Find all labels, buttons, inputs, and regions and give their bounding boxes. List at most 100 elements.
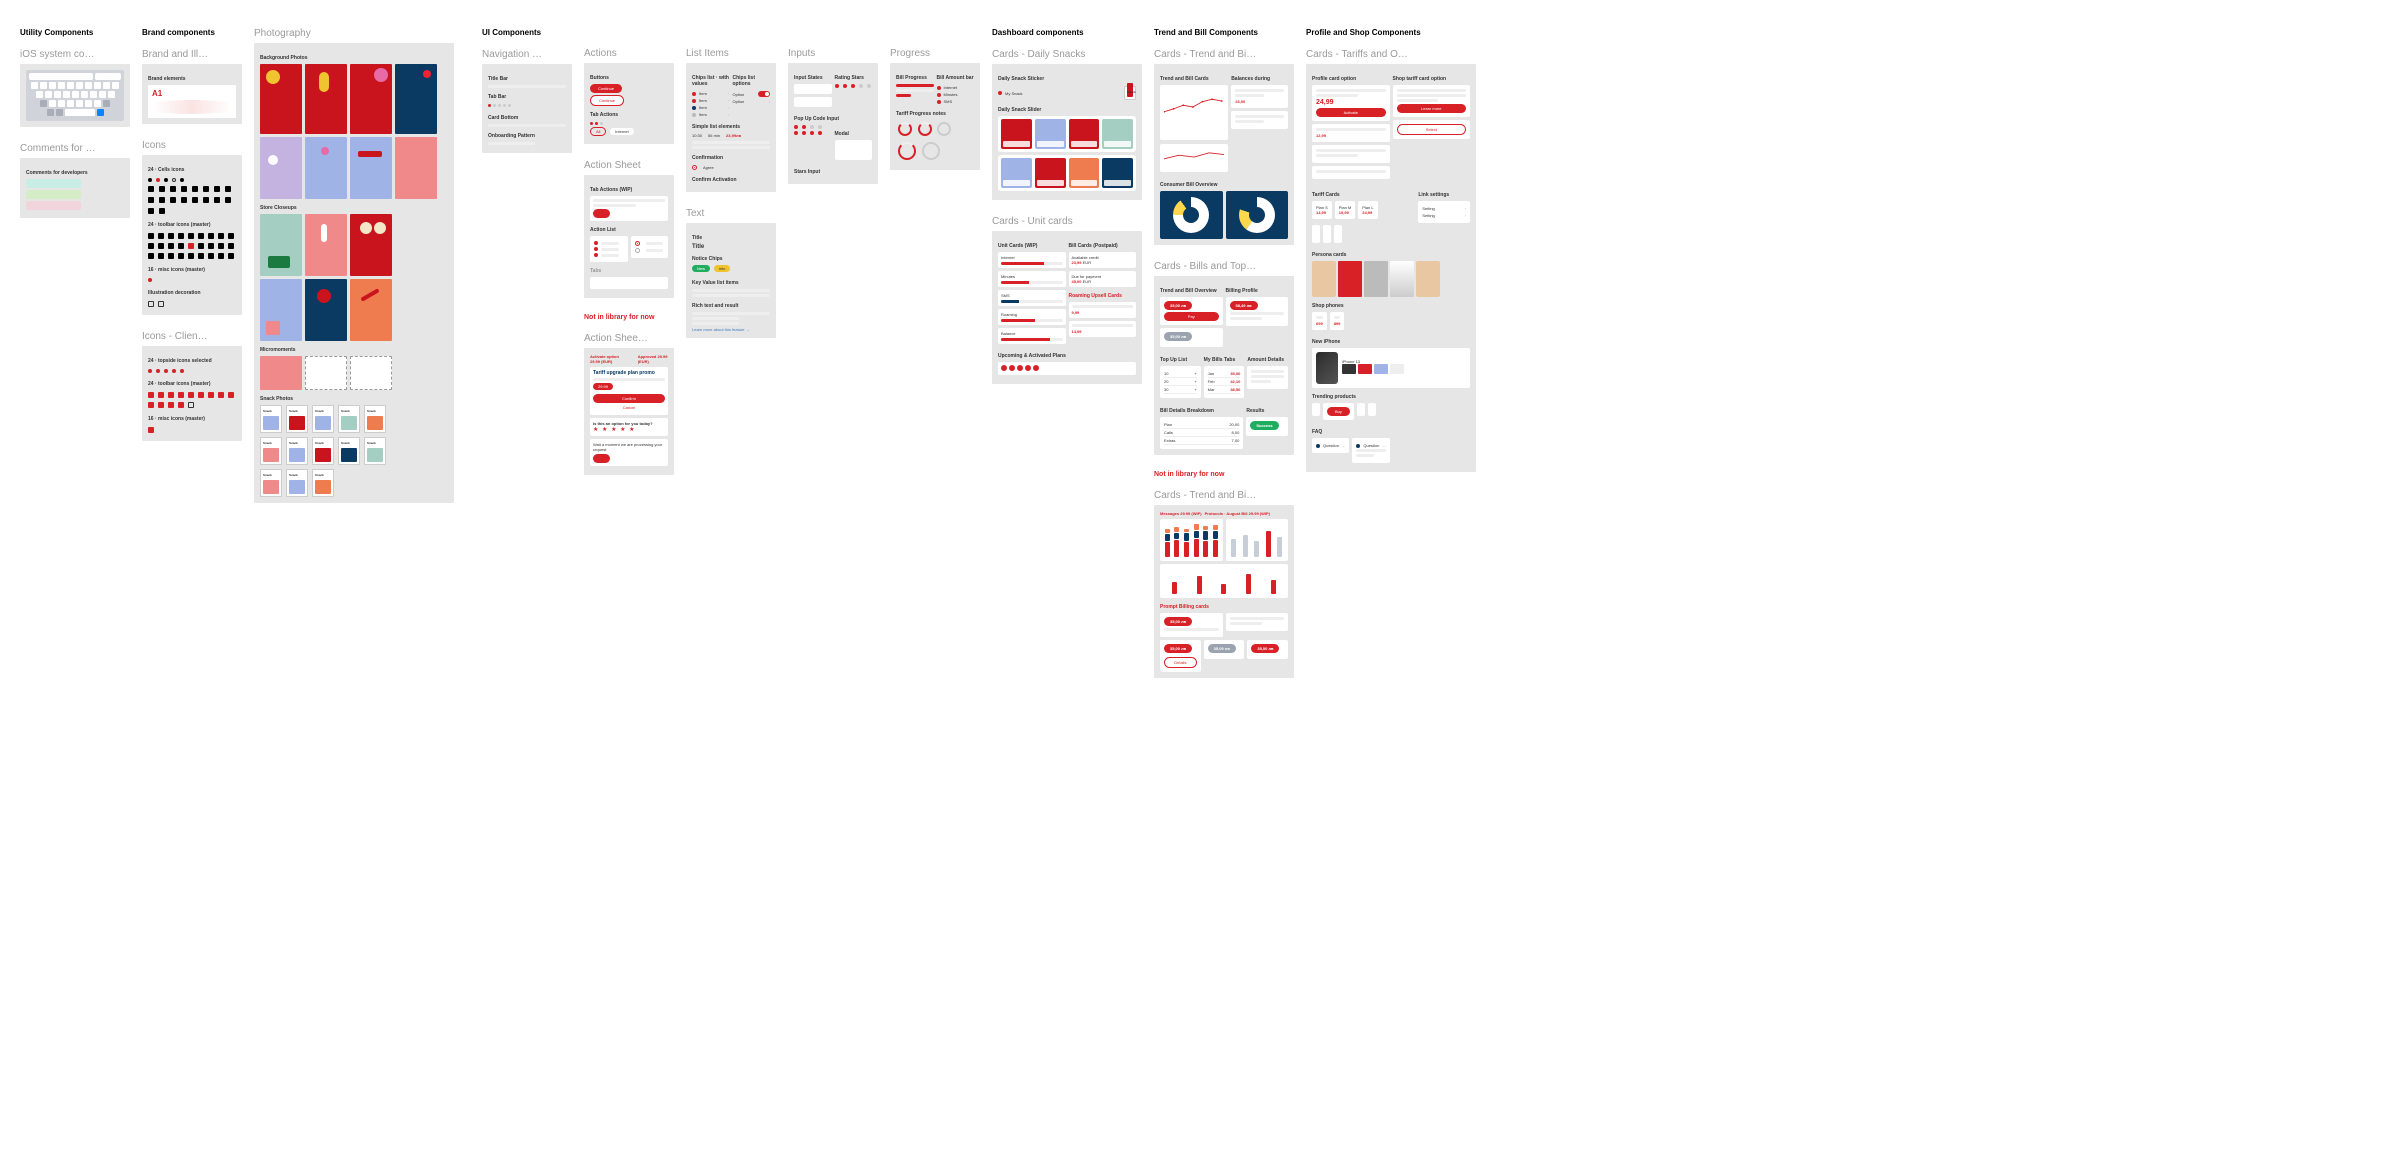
confirm-row[interactable]: Agree — [692, 164, 770, 171]
frame-text[interactable]: Text Title Title Notice Chips New Info K… — [686, 208, 776, 338]
action-list-2[interactable] — [631, 236, 669, 258]
store-photo-1[interactable] — [260, 214, 302, 276]
profile-option-card[interactable]: 24,99 Activate — [1312, 85, 1390, 121]
new-iphone-card[interactable]: iPhone 13 — [1312, 348, 1470, 388]
snack-card[interactable] — [312, 469, 334, 497]
sheet-confirm-button[interactable] — [593, 209, 610, 218]
billing-prompt[interactable]: 35,00 лв — [1247, 640, 1288, 659]
toggle-icon[interactable] — [758, 91, 770, 97]
frame-bills[interactable]: Cards - Bills and Top… Trend and Bill Ov… — [1154, 261, 1294, 455]
photo-darkblue-1[interactable] — [395, 64, 437, 134]
text-input[interactable] — [794, 84, 832, 94]
frame-unit-cards[interactable]: Cards - Unit cards Unit Cards (WIP) Inte… — [992, 216, 1142, 384]
persona-avatar[interactable] — [1416, 261, 1440, 297]
frame-tariffs[interactable]: Cards - Tariffs and O… Profile card opti… — [1306, 49, 1476, 472]
tariff-card[interactable] — [1323, 225, 1331, 243]
snack-card[interactable] — [312, 437, 334, 465]
frame-ios[interactable]: iOS system co… — [20, 49, 130, 127]
list-row[interactable]: Option — [733, 90, 771, 98]
trending-card[interactable] — [1368, 403, 1376, 416]
star-rating-icon[interactable]: ★ ★ ★ ★ ★ — [593, 426, 665, 433]
chip-internet[interactable]: Internet — [610, 128, 634, 135]
trend-line-chart[interactable] — [1160, 85, 1228, 140]
roam-card[interactable]: 9,99 — [1069, 302, 1137, 318]
billing-profile[interactable]: 58,49 лв — [1226, 297, 1289, 326]
swatch-grey[interactable] — [1364, 261, 1388, 297]
trending-card[interactable] — [1312, 403, 1320, 416]
billing-prompt[interactable]: 35,00 лв — [1160, 613, 1223, 637]
frame-navigation[interactable]: Navigation … Title Bar Tab Bar Card Bott… — [482, 49, 572, 153]
snack-card[interactable] — [364, 405, 386, 433]
tariff-card[interactable]: Plan L24,99 — [1358, 201, 1377, 219]
store-photo-3[interactable] — [350, 214, 392, 276]
bar-chart-3[interactable] — [1160, 564, 1288, 598]
snack-card[interactable] — [260, 405, 282, 433]
faq-card[interactable]: Question⌄ — [1312, 438, 1349, 453]
store-photo-2[interactable] — [305, 214, 347, 276]
store-photo-5[interactable] — [305, 279, 347, 341]
text-input[interactable] — [794, 97, 832, 107]
frame-actions[interactable]: Actions Buttons Continue Continue Tab Ac… — [584, 48, 674, 144]
swatch-red[interactable] — [1338, 261, 1362, 297]
profile-option-card[interactable] — [1312, 166, 1390, 179]
bar-chart-2[interactable] — [1226, 519, 1289, 561]
tariff-card[interactable]: Plan S14,99 — [1312, 201, 1332, 219]
link-settings[interactable]: Setting›Setting› — [1418, 201, 1470, 223]
tariff-card[interactable] — [1312, 225, 1320, 243]
micro-2[interactable] — [305, 356, 347, 390]
list-row[interactable]: Option› — [733, 98, 771, 105]
snack-card[interactable] — [260, 469, 282, 497]
snack-card[interactable] — [338, 405, 360, 433]
frame-icons-client[interactable]: Icons - Clien… 24 · topside icons select… — [142, 331, 242, 441]
frame-progress[interactable]: Progress Bill Progress Bill Amount bar I… — [890, 48, 980, 170]
photo-red-3[interactable] — [350, 64, 392, 134]
snack-card[interactable] — [338, 437, 360, 465]
bill-card[interactable]: Available credit23,99 EUR — [1069, 252, 1137, 268]
frame-trend-wip[interactable]: Cards - Trend and Bi… Messages 29.99 (WI… — [1154, 490, 1294, 678]
donut-chart-2[interactable] — [1226, 191, 1289, 239]
breakdown[interactable]: Plan20,00 Calls8,00 Extras7,00 — [1160, 417, 1243, 449]
frame-daily-snacks[interactable]: Cards - Daily Snacks Daily Snack Sticker… — [992, 49, 1142, 200]
snack-sticker[interactable]: My Snack — [998, 85, 1136, 101]
snack-card[interactable] — [364, 437, 386, 465]
shop-tariff-card[interactable]: Learn more — [1393, 85, 1471, 117]
trending-card[interactable] — [1357, 403, 1365, 416]
photo-red-1[interactable] — [260, 64, 302, 134]
star-rating-dots[interactable] — [835, 84, 873, 88]
photo-lilac[interactable] — [260, 137, 302, 199]
learn-more-button[interactable]: Learn more — [1397, 104, 1467, 113]
action-list-1[interactable] — [590, 236, 628, 262]
topup-list[interactable]: 10+ 20+ 30+ — [1160, 366, 1201, 398]
persona-avatar[interactable] — [1312, 261, 1336, 297]
frame-inputs[interactable]: Inputs Input States Rating Stars Pop Up … — [788, 48, 878, 184]
list-row[interactable]: Item› — [692, 90, 730, 97]
faq-card[interactable]: Question⌄ — [1352, 438, 1389, 463]
snack-card[interactable] — [286, 469, 308, 497]
radio-checked-icon[interactable] — [692, 165, 697, 170]
billing-prompt[interactable]: 35,00 лвDetails — [1160, 640, 1201, 672]
cancel-button[interactable]: Cancel — [593, 403, 665, 412]
snack-slider-2[interactable] — [998, 155, 1136, 191]
activate-button[interactable]: Activate — [1316, 108, 1386, 117]
frame-trend-cards[interactable]: Cards - Trend and Bi… Trend and Bill Car… — [1154, 49, 1294, 245]
frame-brand[interactable]: Brand and Ill… Brand elements A1 — [142, 49, 242, 124]
balance-card[interactable]: 23,00 — [1231, 85, 1288, 108]
store-photo-4[interactable] — [260, 279, 302, 341]
snack-card[interactable] — [312, 405, 334, 433]
trend-mini[interactable] — [1160, 144, 1228, 172]
roam-card[interactable]: 14,99 — [1069, 321, 1137, 337]
keyboard-return-key[interactable] — [97, 109, 104, 116]
snack-card[interactable] — [260, 437, 282, 465]
tariff-card[interactable]: Plan M19,99 — [1335, 201, 1355, 219]
photo-pink[interactable] — [395, 137, 437, 199]
swatch-gradient[interactable] — [1390, 261, 1414, 297]
micro-3[interactable] — [350, 356, 392, 390]
bill-card[interactable]: Due for payment45,00 EUR — [1069, 271, 1137, 287]
unit-card[interactable]: Roaming — [998, 309, 1066, 325]
chip-all[interactable]: All — [590, 127, 606, 136]
unit-card[interactable]: SMS — [998, 290, 1066, 306]
frame-comments[interactable]: Comments for … Comments for developers — [20, 143, 130, 218]
profile-option-card[interactable] — [1312, 145, 1390, 163]
bills-tabs[interactable]: Jan35,00 Feb42,10 Mar38,50 — [1204, 366, 1245, 398]
primary-button[interactable]: Continue — [590, 84, 622, 93]
